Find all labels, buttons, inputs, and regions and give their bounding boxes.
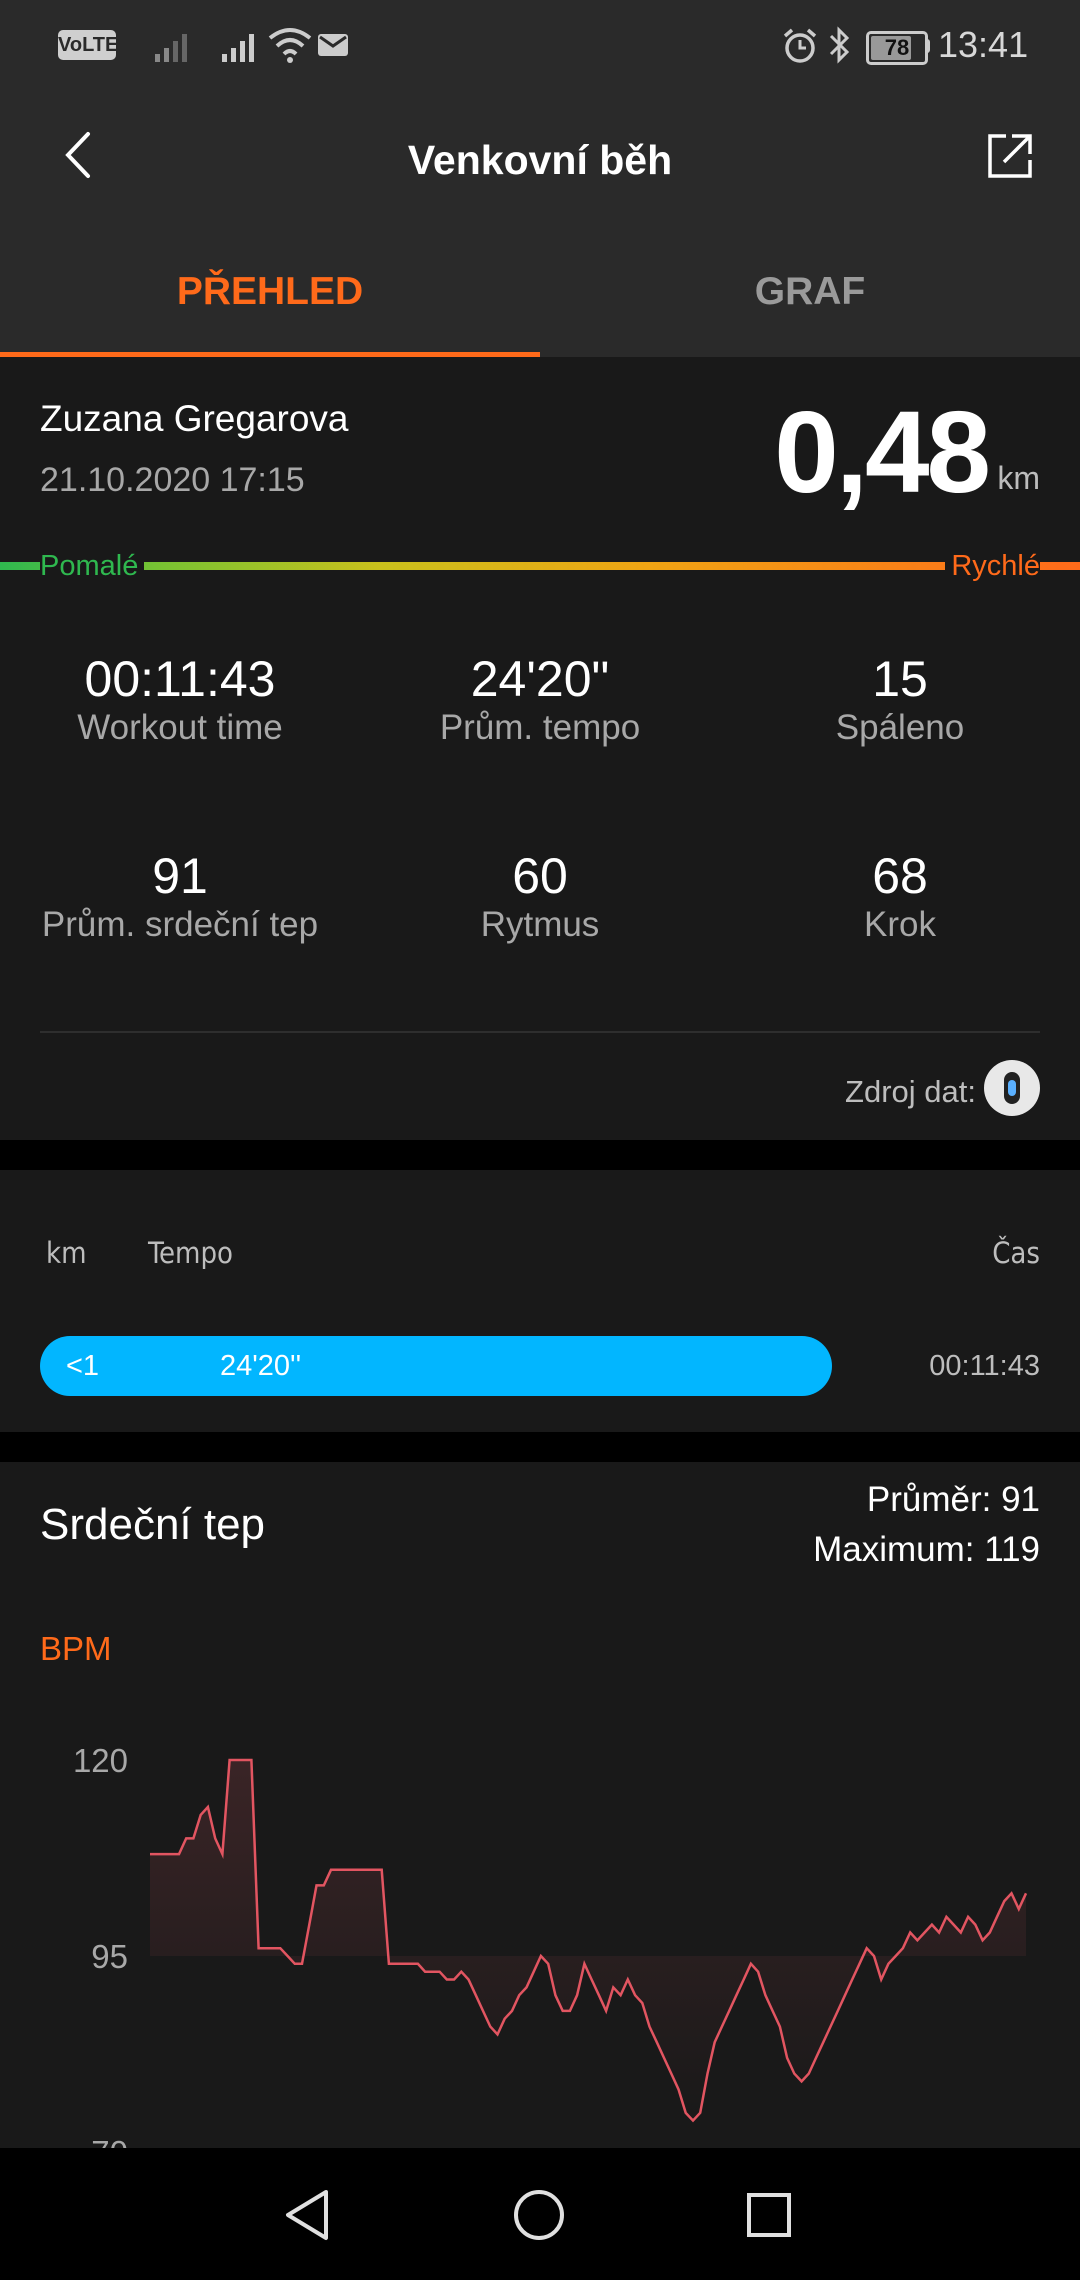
heart-rate-chart	[150, 1758, 1028, 2123]
stat-cadence: 60 Rytmus	[360, 847, 720, 945]
stat-workout-time: 00:11:43 Workout time	[0, 650, 360, 748]
section-gap	[0, 1140, 1080, 1170]
tab-graph[interactable]: GRAF	[540, 270, 1080, 314]
cell-signal-2-icon	[222, 34, 254, 62]
stat-value: 68	[872, 848, 928, 904]
nav-recent-icon[interactable]	[746, 2192, 792, 2238]
split-pace-bar	[40, 1336, 832, 1396]
battery-level: 78	[884, 35, 910, 60]
battery-tip	[925, 39, 930, 53]
stat-burned: 15 Spáleno	[720, 650, 1080, 748]
speed-slow-label: Pomalé	[40, 550, 145, 583]
stat-label: Prům. tempo	[439, 708, 641, 747]
stat-label: Krok	[864, 905, 936, 944]
bluetooth-icon	[829, 26, 850, 64]
status-time: 13:41	[938, 24, 1029, 65]
volte-label: VoLTE	[58, 34, 119, 56]
speed-fast-label: Rychlé	[945, 550, 1040, 583]
stat-label: Workout time	[77, 708, 283, 747]
distance-unit: km	[997, 460, 1040, 496]
stat-value: 60	[512, 848, 568, 904]
nav-home-icon[interactable]	[512, 2188, 566, 2242]
splits-header-pace: Tempo	[148, 1236, 234, 1270]
tab-overview[interactable]: PŘEHLED	[0, 270, 540, 314]
stat-avg-pace: 24'20" Prům. tempo	[360, 650, 720, 748]
alarm-icon	[783, 28, 817, 63]
battery-icon: 78	[866, 31, 928, 65]
speed-gradient-bar	[0, 562, 1080, 570]
split-km: <1	[66, 1350, 100, 1382]
split-pace: 24'20''	[220, 1350, 302, 1382]
divider	[40, 1031, 1040, 1033]
stat-stride: 68 Krok	[720, 847, 1080, 945]
band-icon[interactable]	[984, 1060, 1040, 1116]
splits-header-km: km	[46, 1236, 87, 1270]
heart-rate-unit: BPM	[40, 1630, 112, 1667]
cell-signal-icon	[155, 34, 187, 62]
stat-value: 91	[152, 848, 208, 904]
nav-back-icon[interactable]	[282, 2188, 334, 2242]
heart-rate-maximum: Maximum: 119	[813, 1530, 1040, 1569]
data-source-label: Zdroj dat:	[845, 1074, 976, 1109]
mail-icon	[318, 34, 348, 56]
y-tick-label: 120	[72, 1742, 128, 1779]
stat-value: 00:11:43	[84, 651, 276, 707]
heart-rate-area	[150, 1760, 1026, 2121]
status-bar: VoLTE 78 13:41	[0, 0, 1080, 92]
page-title: Venkovní běh	[407, 137, 673, 183]
heart-rate-line	[150, 1758, 1028, 2123]
stat-value: 15	[872, 651, 928, 707]
stat-avg-heart-rate: 91 Prům. srdeční tep	[0, 847, 360, 945]
section-gap	[0, 1432, 1080, 1462]
heart-rate-average: Průměr: 91	[866, 1480, 1040, 1519]
split-time: 00:11:43	[929, 1350, 1040, 1382]
stat-label: Spáleno	[835, 708, 965, 747]
volte-icon: VoLTE	[58, 30, 119, 60]
workout-date: 21.10.2020 17:15	[40, 461, 305, 499]
y-tick-label: 95	[91, 1938, 128, 1975]
distance-value: 0,48	[774, 387, 991, 517]
user-name: Zuzana Gregarova	[40, 398, 349, 439]
share-icon[interactable]	[986, 132, 1034, 180]
stat-label: Prům. srdeční tep	[41, 905, 319, 944]
heart-rate-title: Srdeční tep	[40, 1500, 266, 1549]
stat-label: Rytmus	[480, 905, 600, 944]
app-header	[0, 92, 1080, 357]
stat-value: 24'20"	[470, 651, 610, 707]
splits-header-time: Čas	[992, 1236, 1040, 1270]
wifi-icon	[268, 28, 312, 63]
